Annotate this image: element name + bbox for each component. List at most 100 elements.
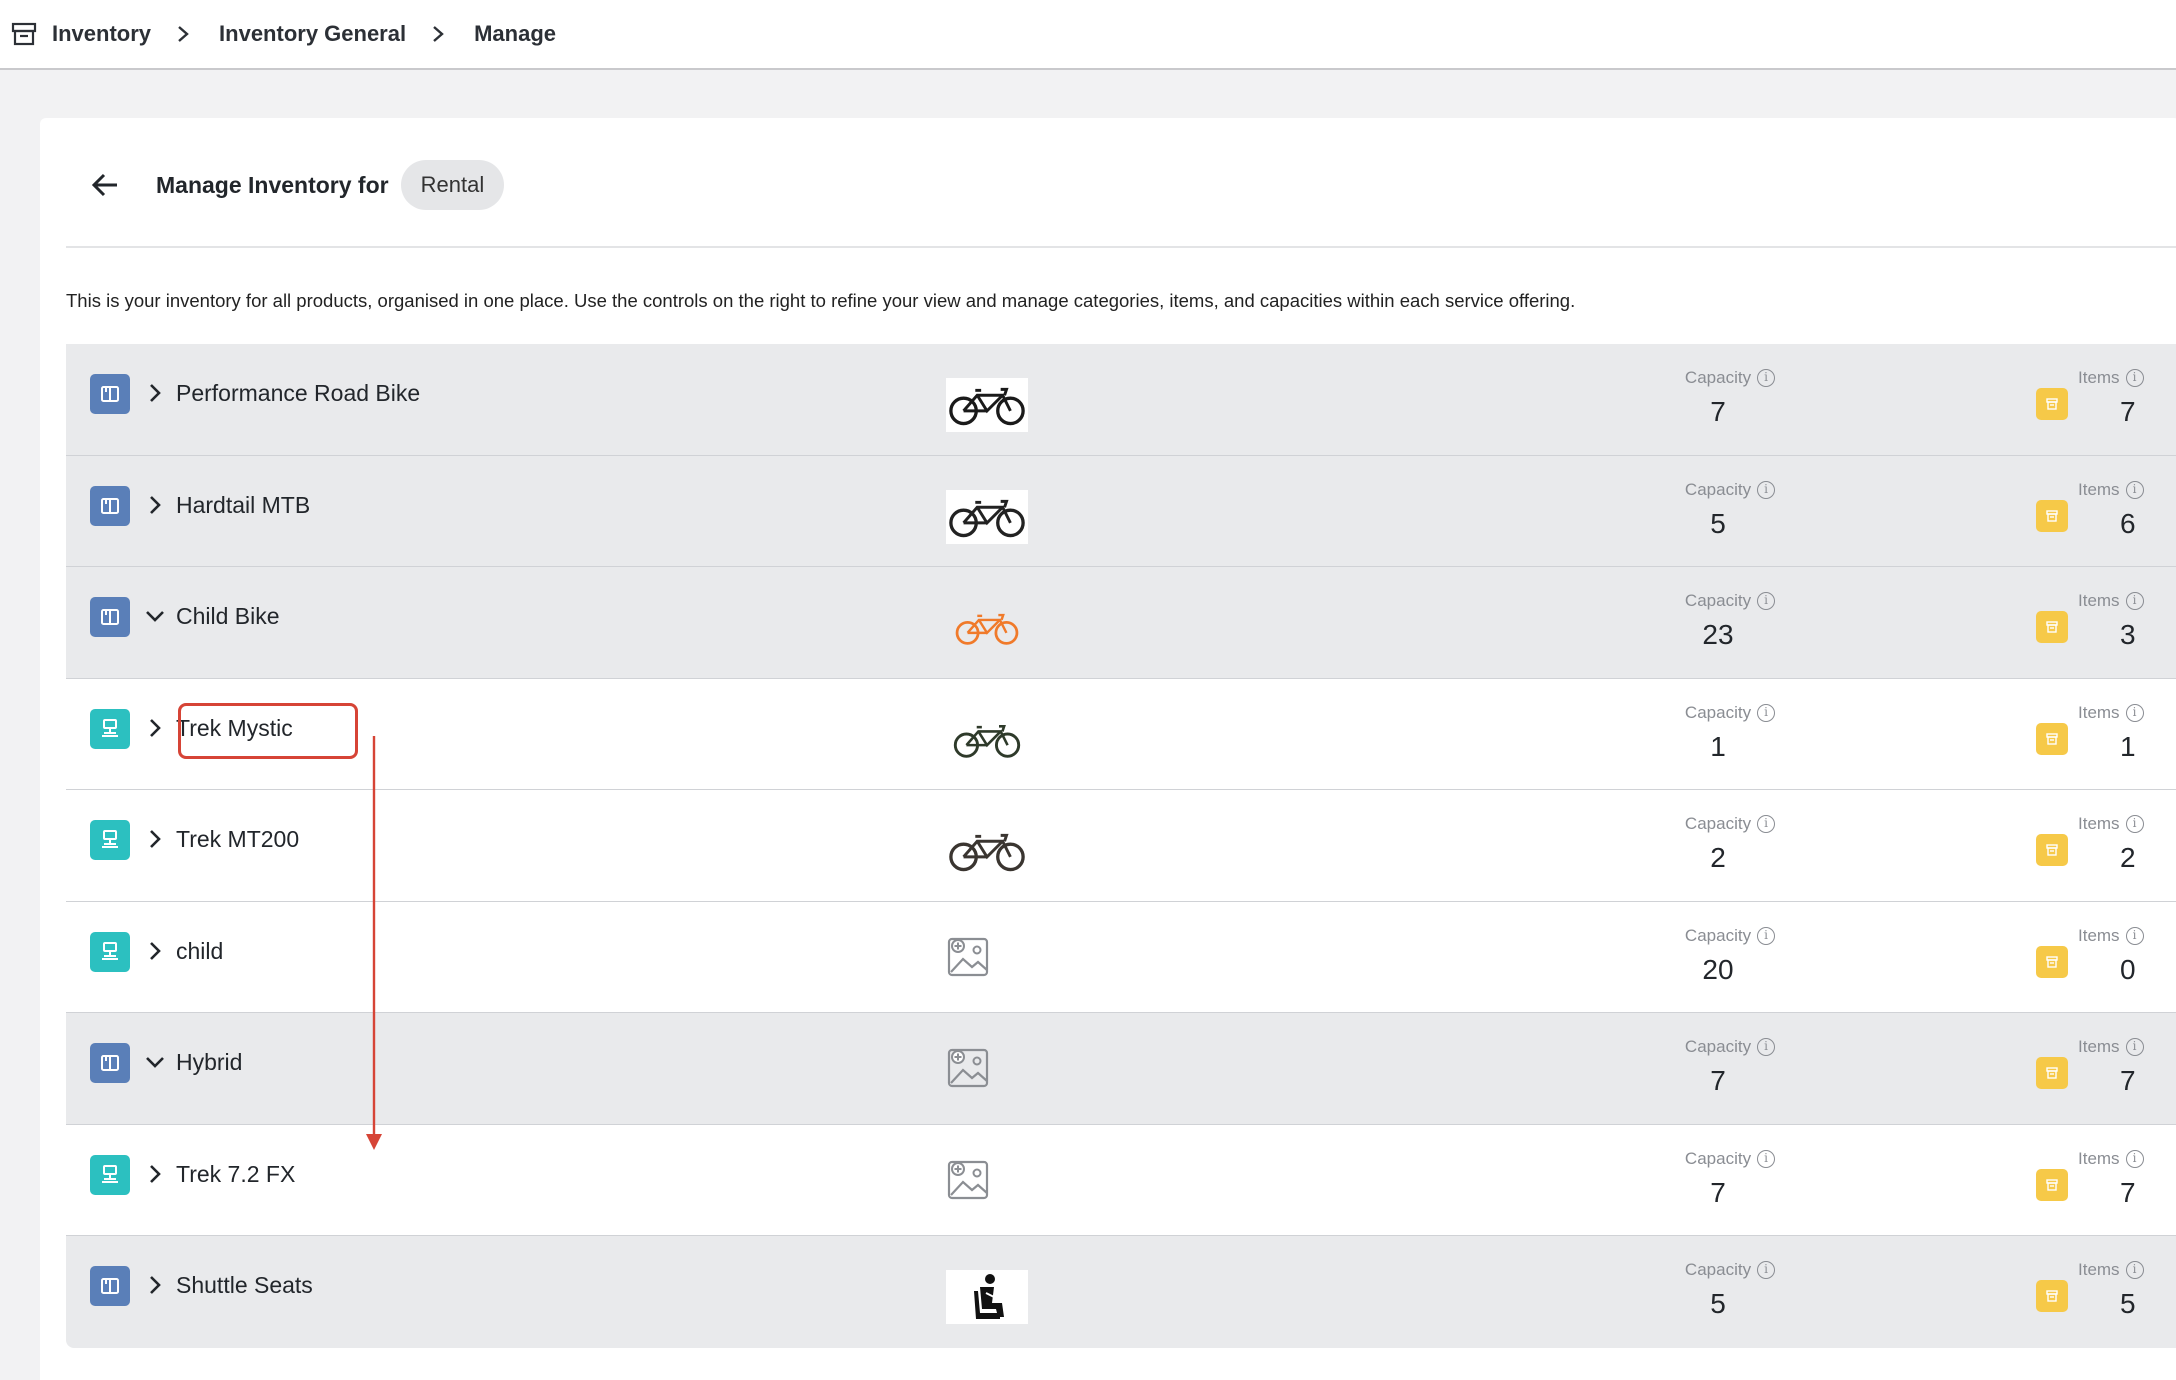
items-metric: Items i 3 (2078, 591, 2176, 651)
breadcrumb-inventory[interactable]: Inventory (52, 21, 151, 47)
category-box-icon (90, 374, 130, 414)
chevron-right-icon[interactable] (144, 382, 166, 404)
capacity-label-text: Capacity (1684, 1037, 1752, 1056)
item-kiosk-icon (90, 931, 130, 972)
row-name[interactable]: child (176, 938, 223, 965)
info-icon[interactable]: i (1757, 926, 1776, 945)
items-metric: Items i 2 (2078, 814, 2176, 874)
capacity-metric: Capacity i 7 (1660, 368, 1800, 428)
capacity-value: 7 (1710, 1065, 1726, 1096)
category-row[interactable]: Child Bike Capacity i 23 Items i 3 (66, 567, 2176, 679)
info-icon[interactable]: i (2125, 369, 2144, 387)
product-thumbnail (946, 489, 1028, 544)
capacity-value: 5 (1710, 507, 1726, 539)
item-row[interactable]: child Capacity i 20 Items i 0 (66, 901, 2176, 1013)
capacity-label-text: Capacity (1684, 702, 1752, 722)
items-metric: Items i 0 (2078, 926, 2176, 986)
info-icon[interactable]: i (1757, 592, 1776, 610)
inventory-list: Performance Road Bike Capacity i 7 Items i 7 Ha… (66, 344, 2176, 1348)
items-metric: Items i 7 (2078, 368, 2176, 428)
items-label-text: Items (2078, 368, 2120, 387)
product-thumbnail (946, 601, 1028, 655)
info-icon[interactable]: i (1757, 1261, 1776, 1279)
chevron-down-icon[interactable] (144, 1051, 166, 1073)
info-icon[interactable]: i (2125, 1261, 2144, 1279)
items-label-text: Items (2078, 702, 2120, 722)
info-icon[interactable]: i (2125, 1149, 2144, 1168)
items-value: 6 (2120, 507, 2136, 539)
info-icon[interactable]: i (1757, 369, 1776, 387)
items-value: 0 (2120, 953, 2136, 985)
info-icon[interactable]: i (2125, 703, 2144, 722)
category-row[interactable]: Hybrid Capacity i 7 Items i 7 (66, 1013, 2176, 1125)
info-icon[interactable]: i (2125, 1038, 2144, 1056)
service-chip[interactable]: Rental (400, 160, 505, 210)
chevron-right-icon[interactable] (144, 494, 166, 516)
chevron-right-icon[interactable] (144, 940, 166, 962)
items-label-text: Items (2078, 1260, 2120, 1279)
chevron-right-icon[interactable] (144, 1163, 166, 1185)
image-placeholder-icon[interactable] (946, 1157, 992, 1203)
capacity-metric: Capacity i 7 (1660, 1037, 1800, 1097)
item-row[interactable]: Trek Mystic Capacity i 1 Items i 1 (66, 678, 2176, 790)
row-name[interactable]: Shuttle Seats (176, 1272, 313, 1299)
info-icon[interactable]: i (1757, 480, 1776, 499)
row-name[interactable]: Trek 7.2 FX (176, 1161, 295, 1188)
row-name[interactable]: Trek MT200 (176, 826, 299, 853)
capacity-label-text: Capacity (1684, 368, 1752, 387)
items-metric: Items i 7 (2078, 1037, 2176, 1097)
item-row[interactable]: Trek 7.2 FX Capacity i 7 Items i 7 (66, 1124, 2176, 1236)
capacity-label: Capacity i (1684, 925, 1776, 946)
capacity-label: Capacity i (1685, 480, 1776, 500)
info-icon[interactable]: i (1757, 1038, 1776, 1056)
item-row[interactable]: Trek MT200 Capacity i 2 Items i 2 (66, 790, 2176, 902)
category-row[interactable]: Shuttle Seats Capacity i 5 Items i 5 (66, 1236, 2176, 1348)
items-value: 1 (2120, 730, 2136, 762)
info-icon[interactable]: i (2125, 926, 2144, 945)
chevron-right-icon (430, 24, 446, 44)
info-icon[interactable]: i (1757, 703, 1776, 722)
capacity-metric: Capacity i 23 (1660, 591, 1800, 651)
capacity-metric: Capacity i 2 (1660, 814, 1800, 874)
chevron-right-icon[interactable] (144, 1274, 166, 1296)
items-metric: Items i 5 (2078, 1260, 2176, 1320)
category-box-icon (90, 597, 130, 637)
capacity-label: Capacity i (1684, 702, 1776, 723)
info-icon[interactable]: i (2125, 815, 2144, 833)
row-name[interactable]: Hybrid (176, 1049, 242, 1076)
items-label-text: Items (2078, 479, 2120, 499)
image-placeholder-icon[interactable] (946, 934, 992, 980)
chevron-down-icon[interactable] (144, 605, 166, 627)
product-thumbnail (946, 1270, 1028, 1324)
items-box-icon (2036, 834, 2068, 866)
category-row[interactable]: Performance Road Bike Capacity i 7 Items i 7 (66, 344, 2176, 456)
breadcrumb-inventory-general[interactable]: Inventory General (219, 21, 406, 47)
capacity-label: Capacity i (1685, 1260, 1776, 1280)
items-metric: Items i 7 (2078, 1149, 2176, 1209)
image-placeholder-icon[interactable] (946, 1045, 992, 1091)
capacity-label-text: Capacity (1684, 1148, 1752, 1168)
inventory-card: Manage Inventory for Rental This is your… (40, 118, 2176, 1380)
row-name[interactable]: Performance Road Bike (176, 380, 420, 407)
category-row[interactable]: Hardtail MTB Capacity i 5 Items i 6 (66, 455, 2176, 567)
info-icon[interactable]: i (1757, 815, 1776, 833)
row-name[interactable]: Child Bike (176, 603, 280, 630)
items-value: 7 (2120, 1065, 2136, 1096)
capacity-metric: Capacity i 1 (1660, 703, 1800, 763)
info-icon[interactable]: i (2125, 592, 2144, 610)
back-arrow-icon[interactable] (88, 168, 122, 202)
chevron-right-icon[interactable] (144, 828, 166, 850)
info-icon[interactable]: i (1757, 1149, 1776, 1168)
capacity-label-text: Capacity (1684, 925, 1752, 945)
breadcrumb-manage[interactable]: Manage (474, 21, 556, 47)
breadcrumb-bar: Inventory Inventory General Manage (0, 0, 2176, 70)
items-box-icon (2036, 722, 2068, 755)
info-icon[interactable]: i (2125, 480, 2144, 499)
chevron-right-icon[interactable] (144, 717, 166, 739)
capacity-label: Capacity i (1684, 368, 1776, 388)
items-label: Items i (2078, 591, 2144, 611)
capacity-metric: Capacity i 20 (1660, 926, 1800, 986)
items-label: Items i (2078, 926, 2144, 946)
capacity-label: Capacity i (1685, 591, 1776, 611)
row-name[interactable]: Hardtail MTB (176, 492, 310, 519)
